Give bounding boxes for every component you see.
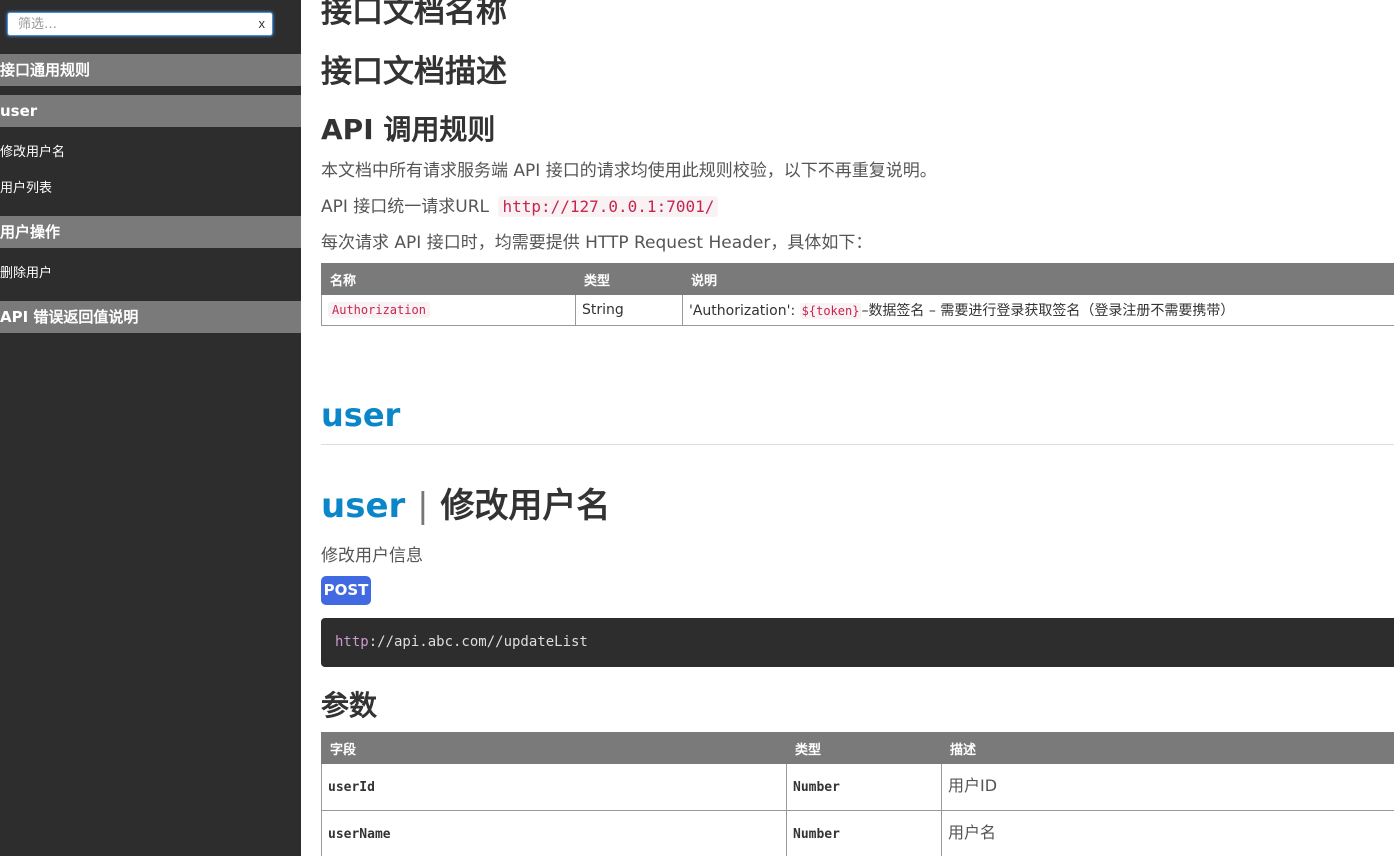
- table-row: userId Number 用户ID: [321, 763, 1394, 811]
- url-protocol: http: [335, 634, 369, 650]
- header-cell-type: String: [575, 294, 683, 326]
- params-col-desc: 描述: [941, 732, 1394, 764]
- rules-paragraph-1: 本文档中所有请求服务端 API 接口的请求均使用此规则校验，以下不再重复说明。: [321, 161, 937, 181]
- authorization-code: Authorization: [328, 302, 430, 318]
- filter-clear-button[interactable]: x: [259, 16, 266, 31]
- nav-group-user[interactable]: user: [0, 95, 301, 127]
- param-field: userId: [321, 763, 787, 811]
- doc-title: 接口文档名称: [321, 0, 507, 30]
- token-code: ${token}: [799, 303, 862, 319]
- api-separator: |: [417, 486, 429, 526]
- api-group: user: [321, 486, 406, 526]
- param-field: userName: [321, 810, 787, 856]
- param-type: Number: [786, 810, 942, 856]
- api-url-codeblock: http://api.abc.com//updateList: [321, 618, 1394, 667]
- params-title: 参数: [321, 689, 378, 722]
- params-col-type: 类型: [786, 732, 942, 764]
- filter-box: x: [7, 12, 273, 36]
- header-col-name: 名称: [321, 263, 576, 295]
- param-type: Number: [786, 763, 942, 811]
- nav-group-user-ops[interactable]: 用户操作: [0, 216, 301, 248]
- nav-item-user-list[interactable]: 用户列表: [0, 177, 301, 201]
- section-user-title: user: [321, 396, 401, 434]
- doc-description: 接口文档描述: [321, 54, 507, 90]
- nav-item-delete-user[interactable]: 删除用户: [0, 262, 301, 286]
- header-col-type: 类型: [575, 263, 683, 295]
- filter-input[interactable]: [18, 15, 248, 33]
- header-col-desc: 说明: [682, 263, 1394, 295]
- desc-suffix: –数据签名 – 需要进行登录获取签名（登录注册不需要携带）: [861, 303, 1235, 319]
- header-cell-name: Authorization: [321, 294, 576, 326]
- api-description: 修改用户信息: [321, 546, 423, 566]
- main-content: 接口文档名称 接口文档描述 API 调用规则 本文档中所有请求服务端 API 接…: [321, 0, 1394, 856]
- param-desc: 用户ID: [941, 763, 1394, 811]
- desc-prefix: 'Authorization':: [689, 303, 800, 319]
- table-row: Authorization String 'Authorization': ${…: [321, 294, 1394, 326]
- sidebar: x 接口通用规则 user 修改用户名 用户列表 用户操作 删除用户 API 错…: [0, 0, 301, 856]
- base-url-code: http://127.0.0.1:7001/: [498, 196, 719, 217]
- url-path: ://api.abc.com//updateList: [368, 634, 588, 650]
- nav-group-api-errors[interactable]: API 错误返回值说明: [0, 301, 301, 333]
- rules-url-label: API 接口统一请求URL: [321, 197, 490, 217]
- header-table: 名称 类型 说明 Authorization String 'Authoriza…: [321, 263, 1394, 326]
- table-row: userName Number 用户名: [321, 810, 1394, 856]
- rules-title: API 调用规则: [321, 113, 496, 146]
- params-table: 字段 类型 描述 userId Number 用户ID userName Num…: [321, 732, 1394, 856]
- api-name: 修改用户名: [440, 486, 611, 526]
- rules-paragraph-3: 每次请求 API 接口时，均需要提供 HTTP Request Header，具…: [321, 233, 873, 253]
- rules-paragraph-2: API 接口统一请求URL http://127.0.0.1:7001/: [321, 192, 719, 217]
- api-title: user | 修改用户名: [321, 478, 610, 527]
- header-cell-desc: 'Authorization': ${token} –数据签名 – 需要进行登录获…: [682, 294, 1394, 326]
- param-desc: 用户名: [941, 810, 1394, 856]
- section-divider: [321, 444, 1394, 445]
- method-badge: POST: [321, 576, 371, 605]
- nav-item-update-username[interactable]: 修改用户名: [0, 141, 301, 165]
- nav-group-general-rules[interactable]: 接口通用规则: [0, 54, 301, 86]
- params-col-field: 字段: [321, 732, 787, 764]
